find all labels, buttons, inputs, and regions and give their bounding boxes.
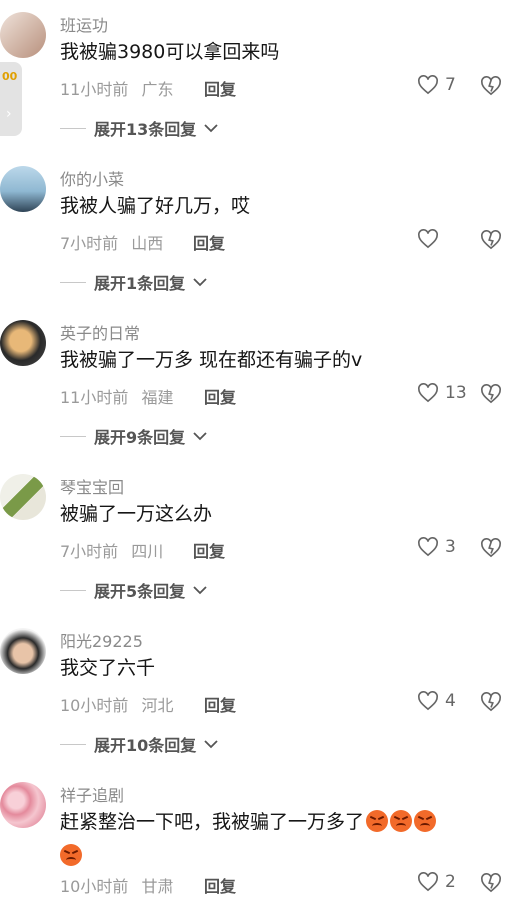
expand-replies-label: 展开1条回复 — [94, 274, 186, 293]
divider-line — [60, 743, 86, 745]
angry-face-icon — [390, 810, 413, 832]
chevron-down-icon — [193, 278, 207, 287]
comment-username[interactable]: 阳光29225 — [60, 628, 143, 652]
comment-meta: 10小时前 河北 — [60, 692, 173, 716]
like-button[interactable]: 13 — [417, 383, 467, 403]
chevron-down-icon — [193, 432, 207, 441]
like-count: 13 — [445, 383, 467, 403]
reply-button[interactable]: 回复 — [204, 384, 236, 408]
avatar[interactable] — [0, 12, 46, 58]
comment-time: 10小时前 — [60, 877, 129, 896]
comment-text-content: 赶紧整治一下吧，我被骗了一万多了 — [60, 811, 365, 833]
like-button[interactable]: 4 — [417, 691, 456, 711]
divider-line — [60, 589, 86, 591]
expand-replies-button[interactable]: 展开13条回复 — [60, 116, 218, 140]
comment-meta: 7小时前 山西 — [60, 230, 163, 254]
comment-text: 赶紧整治一下吧，我被骗了一万多了 — [60, 805, 505, 873]
expand-replies-button[interactable]: 展开9条回复 — [60, 424, 207, 448]
chevron-down-icon — [193, 586, 207, 595]
comment-region: 河北 — [141, 696, 174, 715]
dislike-icon[interactable] — [480, 384, 502, 404]
avatar[interactable] — [0, 628, 46, 674]
avatar[interactable] — [0, 320, 46, 366]
expand-replies-button[interactable]: 展开5条回复 — [60, 578, 207, 602]
like-button[interactable]: 2 — [417, 872, 456, 892]
like-button[interactable]: 7 — [417, 75, 456, 95]
comment-region: 四川 — [131, 542, 164, 561]
reply-button[interactable]: 回复 — [193, 538, 225, 562]
comment-meta: 11小时前 广东 — [60, 76, 173, 100]
heart-icon — [418, 872, 438, 892]
comment-meta: 7小时前 四川 — [60, 538, 163, 562]
reply-button[interactable]: 回复 — [204, 873, 236, 897]
comment-region: 福建 — [141, 388, 174, 407]
comment-text: 我被骗了一万多 现在都还有骗子的v — [60, 349, 363, 371]
comment-username[interactable]: 琴宝宝回 — [60, 474, 124, 498]
comment-text: 被骗了一万这么办 — [60, 503, 213, 525]
reply-button[interactable]: 回复 — [204, 692, 236, 716]
heart-icon — [418, 383, 438, 403]
avatar[interactable] — [0, 782, 46, 828]
like-count: 4 — [445, 691, 456, 711]
chevron-down-icon — [204, 740, 218, 749]
comment-time: 11小时前 — [60, 388, 129, 407]
heart-icon — [418, 537, 438, 557]
angry-face-icon — [60, 844, 82, 866]
dislike-icon[interactable] — [480, 538, 502, 558]
comment-time: 7小时前 — [60, 542, 119, 561]
expand-replies-button[interactable]: 展开1条回复 — [60, 270, 207, 294]
comment-username[interactable]: 英子的日常 — [60, 320, 140, 344]
comment-username[interactable]: 班运功 — [60, 12, 108, 36]
expand-replies-label: 展开9条回复 — [94, 428, 186, 447]
dislike-icon[interactable] — [480, 692, 502, 712]
reply-button[interactable]: 回复 — [193, 230, 225, 254]
comment-text: 我被人骗了好几万，哎 — [60, 195, 251, 217]
heart-icon — [418, 691, 438, 711]
reply-button[interactable]: 回复 — [204, 76, 236, 100]
expand-replies-label: 展开13条回复 — [94, 120, 197, 139]
chevron-down-icon — [204, 124, 218, 133]
avatar[interactable] — [0, 166, 46, 212]
divider-line — [60, 127, 86, 129]
comment-region: 广东 — [141, 80, 174, 99]
like-count: 3 — [445, 537, 456, 557]
dislike-icon[interactable] — [480, 873, 502, 893]
heart-icon — [418, 75, 438, 95]
comment-meta: 11小时前 福建 — [60, 384, 173, 408]
avatar[interactable] — [0, 474, 46, 520]
comment-meta: 10小时前 甘肃 — [60, 873, 173, 897]
divider-line — [60, 435, 86, 437]
comment-time: 7小时前 — [60, 234, 119, 253]
comment-time: 11小时前 — [60, 80, 129, 99]
dislike-icon[interactable] — [480, 230, 502, 250]
expand-replies-label: 展开5条回复 — [94, 582, 186, 601]
dislike-icon[interactable] — [480, 76, 502, 96]
angry-face-icon — [366, 810, 389, 832]
comment-region: 山西 — [131, 234, 164, 253]
side-tab-badge: 00 — [2, 70, 18, 83]
like-count: 2 — [445, 872, 456, 892]
comment-username[interactable]: 祥子追剧 — [60, 782, 124, 806]
comment-username[interactable]: 你的小菜 — [60, 166, 124, 190]
comment-text: 我交了六千 — [60, 657, 156, 679]
heart-icon — [418, 229, 438, 249]
expand-replies-label: 展开10条回复 — [94, 736, 197, 755]
angry-face-icon — [414, 810, 437, 832]
side-floating-tab[interactable]: 00 › — [0, 62, 22, 136]
divider-line — [60, 281, 86, 283]
like-button[interactable] — [417, 229, 445, 249]
expand-replies-button[interactable]: 展开10条回复 — [60, 732, 218, 756]
comment-region: 甘肃 — [141, 877, 174, 896]
like-button[interactable]: 3 — [417, 537, 456, 557]
like-count: 7 — [445, 75, 456, 95]
comment-text: 我被骗3980可以拿回来吗 — [60, 41, 280, 63]
chevron-right-icon: › — [6, 106, 12, 122]
comment-time: 10小时前 — [60, 696, 129, 715]
